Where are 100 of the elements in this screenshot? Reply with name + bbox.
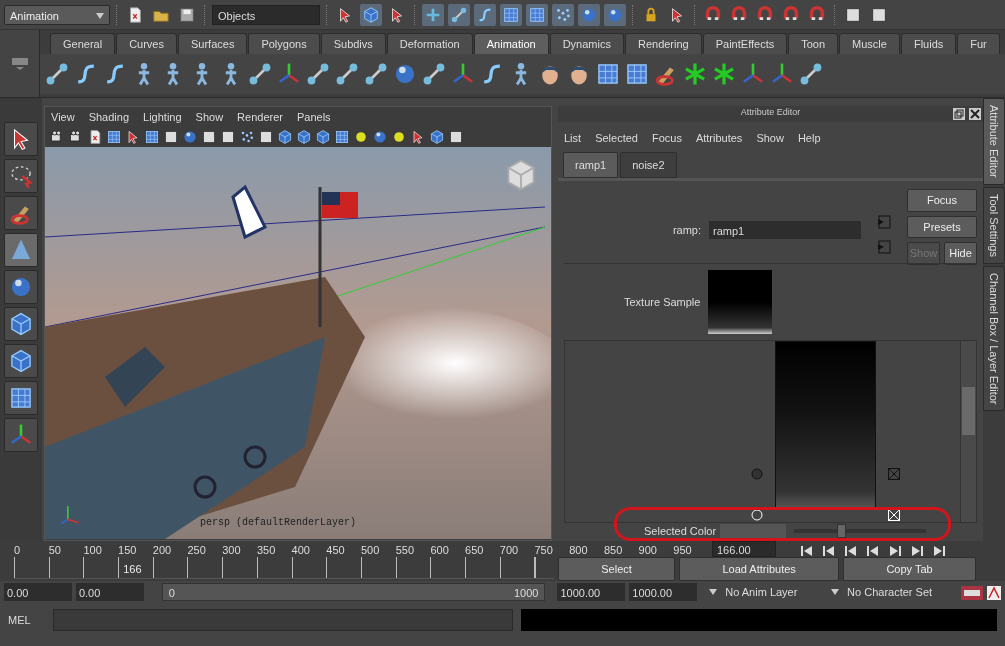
- caret-icon[interactable]: [709, 589, 718, 595]
- shelf-tab[interactable]: General: [50, 33, 116, 54]
- shelf-tab[interactable]: Muscle: [839, 33, 900, 54]
- light-icon[interactable]: [353, 129, 369, 145]
- cube-icon[interactable]: [362, 5, 380, 24]
- ramp-position-handle[interactable]: [751, 465, 763, 482]
- cube-icon[interactable]: [296, 129, 312, 145]
- editor-button[interactable]: Copy Tab: [843, 557, 976, 581]
- current-time-field[interactable]: 166.00: [712, 541, 776, 557]
- time-slider[interactable]: 166: [14, 557, 554, 579]
- save-icon[interactable]: [178, 5, 196, 24]
- shelf-tab[interactable]: PaintEffects: [702, 33, 788, 54]
- grid-icon[interactable]: [528, 5, 546, 24]
- menu-item[interactable]: Selected: [595, 129, 638, 152]
- node-tab[interactable]: ramp1: [563, 151, 619, 179]
- menu-item[interactable]: List: [564, 129, 582, 152]
- color-swatch[interactable]: [720, 524, 787, 538]
- slider-thumb[interactable]: [837, 524, 847, 538]
- menu-item[interactable]: Attributes: [695, 129, 743, 152]
- shelf-tab[interactable]: Rendering: [624, 33, 702, 54]
- shelf-tab[interactable]: Dynamics: [549, 33, 624, 54]
- square-icon[interactable]: [163, 129, 179, 145]
- viewport-menu-item[interactable]: Shading: [88, 109, 130, 125]
- shelf-tab[interactable]: Deformation: [386, 33, 473, 54]
- joint-icon[interactable]: [305, 61, 331, 87]
- anim-layer-dropdown[interactable]: No Anim Layer: [709, 583, 828, 601]
- preferences-icon[interactable]: [986, 583, 1001, 601]
- attribute-button[interactable]: Presets: [907, 215, 977, 239]
- square-icon[interactable]: [448, 129, 464, 145]
- menu-set-dropdown[interactable]: Animation: [4, 4, 110, 25]
- delete-handle-icon[interactable]: [888, 465, 900, 482]
- joint-icon[interactable]: [247, 61, 273, 87]
- shelf-tab[interactable]: Fluids: [900, 33, 957, 54]
- dots-icon[interactable]: [239, 129, 255, 145]
- editor-button[interactable]: Select: [558, 557, 676, 581]
- joint-icon[interactable]: [363, 61, 389, 87]
- start-time-field[interactable]: 0.00: [4, 583, 72, 601]
- attribute-button[interactable]: Hide: [944, 242, 977, 265]
- shelf-tab[interactable]: Animation: [473, 33, 549, 54]
- side-tab[interactable]: Attribute Editor: [983, 98, 1005, 185]
- light-icon[interactable]: [391, 129, 407, 145]
- ramp-gradient[interactable]: [775, 341, 876, 509]
- range-slider-bar[interactable]: 0 1000: [161, 583, 546, 601]
- menu-item[interactable]: Focus: [651, 129, 682, 152]
- float-window-icon[interactable]: [953, 107, 965, 121]
- node-tab[interactable]: noise2: [620, 151, 677, 179]
- square-icon[interactable]: [220, 129, 236, 145]
- object-field[interactable]: Objects: [212, 4, 320, 25]
- caret-icon[interactable]: [831, 589, 840, 595]
- editor-button[interactable]: Load Attributes: [679, 557, 840, 581]
- scroll-thumb[interactable]: [962, 387, 975, 435]
- cube-icon[interactable]: [8, 311, 34, 337]
- shelf-tab[interactable]: Toon: [788, 33, 839, 54]
- scrollbar[interactable]: [961, 341, 976, 522]
- key-icon[interactable]: [960, 583, 983, 601]
- joint-icon[interactable]: [334, 61, 360, 87]
- viewport-menu-item[interactable]: Lighting: [143, 109, 182, 125]
- command-input-field[interactable]: [52, 609, 513, 631]
- cube-icon[interactable]: [8, 348, 34, 374]
- playback-start-field[interactable]: 0.00: [75, 583, 144, 601]
- cube-icon[interactable]: [277, 129, 293, 145]
- viewport-menu-item[interactable]: Show: [195, 109, 224, 125]
- joint-icon[interactable]: [450, 5, 468, 24]
- menu-item[interactable]: Help: [797, 129, 821, 152]
- character-set-dropdown[interactable]: No Character Set: [831, 583, 957, 601]
- joint-icon[interactable]: [421, 61, 447, 87]
- lasso-icon[interactable]: [8, 163, 34, 189]
- command-language-label[interactable]: MEL: [8, 611, 31, 629]
- shelf-tab[interactable]: Subdivs: [320, 33, 386, 54]
- side-tab[interactable]: Channel Box / Layer Editor: [983, 265, 1005, 412]
- end-time-field[interactable]: 1000.00: [629, 583, 698, 601]
- document-icon[interactable]: [87, 129, 103, 145]
- grid-icon[interactable]: [8, 385, 34, 411]
- sphere-icon[interactable]: [372, 129, 388, 145]
- input-connection-icon[interactable]: [877, 213, 891, 230]
- attribute-button[interactable]: Focus: [907, 189, 977, 212]
- square-icon[interactable]: [258, 129, 274, 145]
- close-icon[interactable]: [969, 107, 981, 121]
- grid-icon[interactable]: [334, 129, 350, 145]
- grid-icon[interactable]: [144, 129, 160, 145]
- grid-icon[interactable]: [502, 5, 520, 24]
- playback-end-field[interactable]: 1000.00: [557, 583, 626, 601]
- viewport-menu-item[interactable]: View: [51, 109, 75, 125]
- menu-item[interactable]: Show: [756, 129, 784, 152]
- grid-icon[interactable]: [624, 61, 650, 87]
- node-name-field[interactable]: ramp1: [709, 220, 861, 239]
- shelf-tab[interactable]: Curves: [116, 33, 177, 54]
- shelf-tab[interactable]: Fur: [957, 33, 1000, 54]
- shelf-tab[interactable]: Surfaces: [178, 33, 248, 54]
- viewport-menu-item[interactable]: Panels: [296, 109, 331, 125]
- shelf-menu-icon[interactable]: [10, 55, 29, 72]
- joint-icon[interactable]: [798, 61, 824, 87]
- joint-icon[interactable]: [44, 61, 70, 87]
- square-icon[interactable]: [201, 129, 217, 145]
- viewport-menu-item[interactable]: Renderer: [237, 109, 283, 125]
- cube-icon[interactable]: [429, 129, 445, 145]
- side-tab[interactable]: Tool Settings: [983, 186, 1005, 264]
- grid-icon[interactable]: [595, 61, 621, 87]
- sphere-icon[interactable]: [182, 129, 198, 145]
- shelf-tab[interactable]: Polygons: [248, 33, 320, 54]
